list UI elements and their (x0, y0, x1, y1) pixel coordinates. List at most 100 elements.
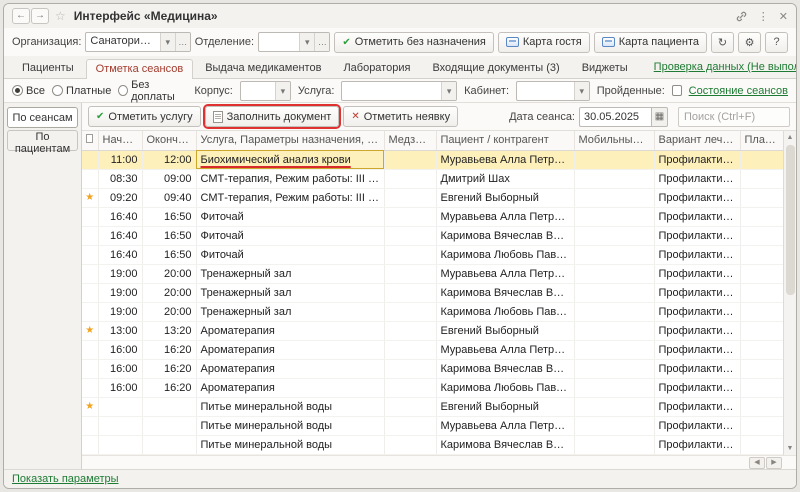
calendar-icon[interactable]: ▦ (651, 107, 668, 127)
by-patients-button[interactable]: По пациентам (7, 130, 78, 151)
table-row[interactable]: 11:00 12:00 Биохимический анализ крови М… (82, 150, 783, 169)
close-icon[interactable]: ✕ (779, 10, 788, 23)
table-row[interactable]: 16:00 16:20 Ароматерапия Муравьева Алла … (82, 340, 783, 359)
mark-without-assignment-button[interactable]: ✔ Отметить без назначения (334, 32, 494, 53)
cell-paid (740, 226, 783, 245)
cell-paid (740, 397, 783, 416)
data-check-link[interactable]: Проверка данных (Не выполнялась) (654, 61, 797, 73)
forward-button[interactable]: → (31, 8, 49, 24)
column-header-service[interactable]: Услуга, Параметры назначения, Комментари… (196, 131, 384, 150)
tab-laboratory[interactable]: Лаборатория (333, 58, 420, 78)
tab-patients[interactable]: Пациенты (12, 58, 84, 78)
organization-select[interactable]: Санаторий "Родные просто ▾ … (85, 32, 190, 52)
column-header-paid[interactable]: Платная (740, 131, 783, 150)
titlebar: ← → ☆ Интерфейс «Медицина» ⋮ ✕ (4, 4, 796, 28)
table-row[interactable]: 16:40 16:50 Фиточай Муравьева Алла Петро… (82, 207, 783, 226)
mark-absence-button[interactable]: ✕ Отметить неявку (343, 106, 458, 127)
table-row[interactable]: 16:00 16:20 Ароматерапия Каримова Вячесл… (82, 359, 783, 378)
cell-service: Ароматерапия (196, 321, 384, 340)
table-row[interactable]: 08:30 09:00 СМТ-терапия, Режим работы: I… (82, 169, 783, 188)
card-icon (602, 37, 615, 47)
session-date-input[interactable] (579, 107, 651, 127)
more-icon[interactable]: ⋮ (758, 10, 769, 23)
scroll-right-icon[interactable]: ▶ (766, 457, 782, 469)
cell-treatment: Профилактический (654, 169, 740, 188)
scroll-down-icon[interactable]: ▼ (784, 442, 797, 455)
table-row[interactable]: ★ Питье минеральной воды Евгений Выборны… (82, 397, 783, 416)
building-select[interactable]: ▾ (240, 81, 291, 101)
column-header-medrecord[interactable]: Медзапись (384, 131, 436, 150)
table-row[interactable]: 19:00 20:00 Тренажерный зал Каримова Люб… (82, 302, 783, 321)
table-row[interactable]: 19:00 20:00 Тренажерный зал Муравьева Ал… (82, 264, 783, 283)
status-column-header[interactable] (82, 131, 98, 150)
filter-paid-radio[interactable]: Платные (52, 85, 111, 97)
choose-icon[interactable]: … (175, 33, 190, 51)
scroll-up-icon[interactable]: ▲ (784, 131, 797, 144)
table-row[interactable]: 19:00 20:00 Тренажерный зал Каримова Вяч… (82, 283, 783, 302)
filter-no-surcharge-radio[interactable]: Без доплаты (118, 79, 187, 103)
chevron-down-icon[interactable]: ▾ (299, 33, 314, 51)
cabinet-label: Кабинет: (464, 85, 509, 97)
table-row[interactable]: Питье минеральной воды Каримова Вячеслав… (82, 435, 783, 454)
settings-button[interactable]: ⚙ (738, 32, 761, 53)
favorite-star-icon[interactable]: ☆ (55, 9, 66, 23)
column-header-phone[interactable]: Мобильный телефон (574, 131, 654, 150)
link-icon[interactable] (735, 10, 748, 23)
tab-session-marking[interactable]: Отметка сеансов (86, 59, 194, 79)
cell-phone (574, 150, 654, 169)
sessions-state-link[interactable]: Состояние сеансов (689, 85, 788, 97)
patient-card-button[interactable]: Карта пациента (594, 32, 707, 53)
column-header-end[interactable]: Окончание (142, 131, 196, 150)
by-sessions-button[interactable]: По сеансам (7, 107, 78, 128)
scroll-left-icon[interactable]: ◀ (749, 457, 765, 469)
show-parameters-link[interactable]: Показать параметры (12, 473, 119, 485)
cell-start: 16:00 (98, 340, 142, 359)
cell-start: 08:30 (98, 169, 142, 188)
passed-checkbox[interactable] (672, 85, 682, 96)
tab-incoming-documents[interactable]: Входящие документы (3) (422, 58, 569, 78)
tab-widgets[interactable]: Виджеты (572, 58, 638, 78)
tab-bar: Пациенты Отметка сеансов Выдача медикаме… (4, 56, 796, 79)
fill-document-button[interactable]: Заполнить документ (205, 106, 340, 127)
cell-start: 09:20 (98, 188, 142, 207)
cell-paid (740, 340, 783, 359)
service-select[interactable]: ▾ (341, 81, 457, 101)
refresh-button[interactable]: ↻ (711, 32, 734, 53)
table-row[interactable]: Питье минеральной воды Муравьева Алла Пе… (82, 416, 783, 435)
chevron-down-icon[interactable]: ▾ (441, 82, 456, 100)
cell-phone (574, 397, 654, 416)
table-row[interactable]: 16:40 16:50 Фиточай Каримова Вячеслав Ва… (82, 226, 783, 245)
department-select[interactable]: ▾ … (258, 32, 330, 52)
choose-icon[interactable]: … (314, 33, 329, 51)
table-header-row: Начало Окончание Услуга, Параметры назна… (82, 131, 783, 150)
column-header-start[interactable]: Начало (98, 131, 142, 150)
table-row[interactable]: 16:00 16:20 Ароматерапия Каримова Любовь… (82, 378, 783, 397)
vertical-scrollbar[interactable]: ▲ ▼ (783, 131, 796, 455)
cell-start (98, 397, 142, 416)
mark-service-button[interactable]: ✔ Отметить услугу (88, 106, 201, 127)
guest-card-button[interactable]: Карта гостя (498, 32, 590, 53)
table-row[interactable]: ★ 13:00 13:20 Ароматерапия Евгений Выбор… (82, 321, 783, 340)
cell-phone (574, 245, 654, 264)
tab-medication-dispensing[interactable]: Выдача медикаментов (195, 58, 331, 78)
cabinet-select[interactable]: ▾ (516, 81, 590, 101)
help-button[interactable]: ? (765, 32, 788, 53)
cell-service: Фиточай (196, 245, 384, 264)
chevron-down-icon[interactable]: ▾ (160, 33, 175, 51)
cell-paid (740, 321, 783, 340)
cell-patient: Муравьева Алла Петровна (436, 340, 574, 359)
scrollbar-thumb[interactable] (786, 145, 795, 295)
column-header-treatment[interactable]: Вариант лечения (654, 131, 740, 150)
cell-star: ★ (82, 188, 98, 207)
back-button[interactable]: ← (12, 8, 30, 24)
cell-patient: Каримова Вячеслав Валерьев... (436, 435, 574, 454)
chevron-down-icon[interactable]: ▾ (275, 82, 290, 100)
filter-all-radio[interactable]: Все (12, 85, 45, 97)
cell-patient: Каримова Любовь Павловна (436, 302, 574, 321)
chevron-down-icon[interactable]: ▾ (574, 82, 589, 100)
column-header-patient[interactable]: Пациент / контрагент (436, 131, 574, 150)
search-input[interactable] (678, 107, 790, 127)
cell-service: СМТ-терапия, Режим работы: III – IV 50 Г… (196, 188, 384, 207)
table-row[interactable]: ★ 09:20 09:40 СМТ-терапия, Режим работы:… (82, 188, 783, 207)
table-row[interactable]: 16:40 16:50 Фиточай Каримова Любовь Павл… (82, 245, 783, 264)
